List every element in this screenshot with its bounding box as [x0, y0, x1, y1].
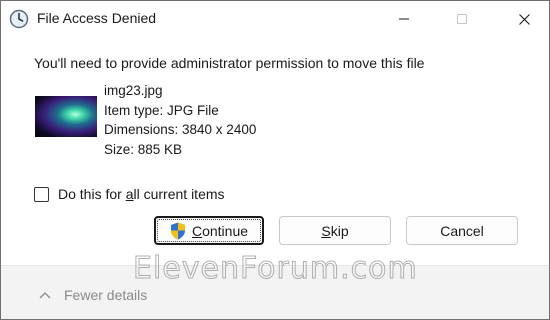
maximize-button[interactable]	[439, 1, 485, 37]
permission-message: You'll need to provide administrator per…	[34, 55, 425, 71]
apply-to-all-row[interactable]: Do this for all current items	[34, 186, 225, 202]
apply-to-all-checkbox[interactable]	[34, 186, 49, 202]
cancel-label: Cancel	[440, 222, 484, 239]
minimize-button[interactable]	[381, 1, 427, 37]
skip-label: Skip	[321, 222, 349, 239]
clock-icon	[9, 9, 29, 29]
skip-button[interactable]: Skip	[279, 216, 391, 245]
fewer-details-label: Fewer details	[64, 287, 148, 303]
file-name: img23.jpg	[104, 83, 163, 98]
chevron-up-icon	[39, 292, 51, 299]
dialog-window: File Access Denied You'll need to provid…	[0, 0, 550, 320]
fewer-details-toggle[interactable]: Fewer details	[39, 287, 147, 303]
file-size: Size: 885 KB	[104, 141, 183, 157]
continue-button[interactable]: Continue	[154, 216, 264, 245]
image-thumbnail	[35, 96, 97, 137]
dialog-footer: Fewer details	[1, 265, 549, 319]
title-bar[interactable]: File Access Denied	[1, 1, 549, 37]
minimize-icon	[399, 18, 409, 20]
maximize-icon	[457, 14, 467, 24]
cancel-button[interactable]: Cancel	[406, 216, 518, 245]
file-dimensions: Dimensions: 3840 x 2400	[104, 122, 257, 137]
focus-ring	[157, 219, 261, 242]
close-button[interactable]	[501, 1, 547, 37]
close-icon	[518, 13, 530, 25]
apply-to-all-label[interactable]: Do this for all current items	[58, 186, 225, 202]
window-title: File Access Denied	[37, 10, 157, 26]
file-info: img23.jpg Item type: JPG File Dimensions…	[104, 81, 256, 159]
file-item-type: Item type: JPG File	[104, 102, 219, 118]
